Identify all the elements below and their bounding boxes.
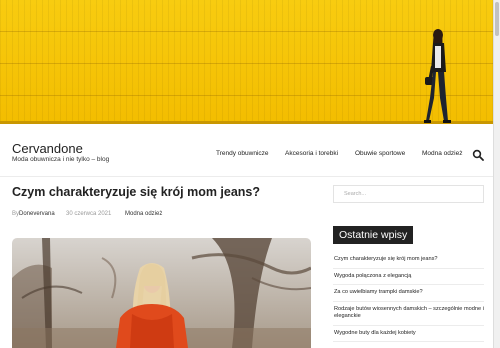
recent-post-link[interactable]: Za co uwielbiamy trampki damskie? <box>333 285 484 302</box>
recent-post-link[interactable]: Czym charakteryzuje się krój mom jeans? <box>333 252 484 269</box>
sidebar-search-input[interactable] <box>333 185 484 203</box>
post-date-link[interactable]: 30 czerwca 2021 <box>66 211 111 217</box>
recent-post-link[interactable]: Wygodne buty dla każdej kobiety <box>333 326 484 342</box>
recent-posts-list: Czym charakteryzuje się krój mom jeans? … <box>333 252 484 342</box>
nav-item-akcesoria-i-torebki[interactable]: Akcesoria i torebki <box>285 150 338 157</box>
search-icon <box>472 149 484 161</box>
post-author-prefix: By <box>12 211 20 217</box>
scrollbar-thumb[interactable] <box>495 2 499 36</box>
post-category-link[interactable]: Modna odzież <box>125 211 162 217</box>
wall-seam <box>0 63 493 64</box>
hero-floor <box>0 121 493 124</box>
wall-seam <box>0 95 493 96</box>
post-featured-image[interactable] <box>12 238 311 348</box>
recent-post-link[interactable]: Wygoda połączona z elegancją <box>333 269 484 285</box>
site-description: Moda obuwnicza i nie tylko – blog <box>12 156 110 163</box>
header-divider <box>0 176 493 177</box>
recent-post-link[interactable]: Rodzaje butów wiosennych damskich – szcz… <box>333 302 484 326</box>
woman-in-autumn-park-image <box>12 238 311 348</box>
walking-person-image <box>424 29 451 123</box>
nav-item-modna-odziez[interactable]: Modna odzież <box>422 150 462 157</box>
site-title[interactable]: Cervandone <box>12 141 83 156</box>
nav-item-trendy-obuwnicze[interactable]: Trendy obuwnicze <box>216 150 269 157</box>
recent-posts-title: Ostatnie wpisy <box>333 226 414 244</box>
post-author-link[interactable]: Donevervana <box>19 211 55 217</box>
wall-seam <box>0 31 493 32</box>
page-scrollbar[interactable] <box>493 0 500 348</box>
post-title[interactable]: Czym charakteryzuje się krój mom jeans? <box>12 185 260 199</box>
search-button[interactable] <box>472 148 484 161</box>
nav-item-obuwie-sportowe[interactable]: Obuwie sportowe <box>355 150 405 157</box>
hero-banner <box>0 0 493 124</box>
